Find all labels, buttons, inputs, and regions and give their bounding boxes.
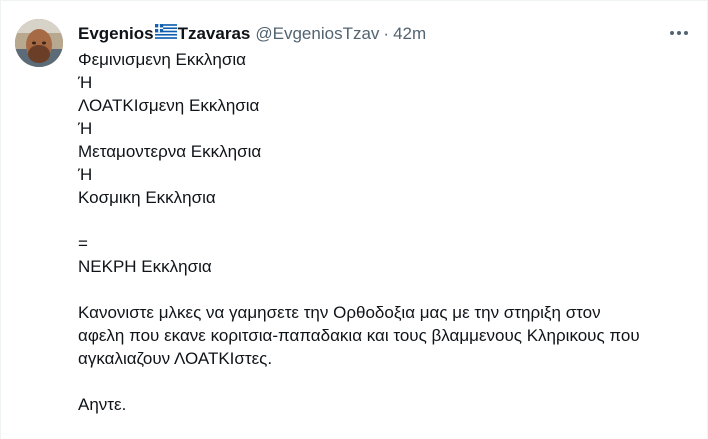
greek-flag-icon	[154, 24, 177, 44]
avatar-image	[15, 19, 63, 67]
tweet-line: Ή	[78, 73, 93, 92]
tweet-line: Ή	[78, 165, 93, 184]
author-name-last: Tzavaras	[177, 24, 251, 43]
tweet-line: Κοσμικη Εκκλησια	[78, 188, 216, 207]
author-display-name[interactable]: Evgenios Tzavaras	[78, 24, 250, 44]
tweet-line: ΛΟΑΤΚΙσμενη Εκκλησια	[78, 96, 260, 115]
tweet-frame: Evgenios Tzavaras @EvgeniosTzav · 42m Φε…	[0, 0, 708, 439]
author-name-first: Evgenios	[78, 24, 154, 43]
tweet-timestamp[interactable]: 42m	[393, 24, 426, 44]
tweet-line: Ή	[78, 119, 93, 138]
tweet-line: Φεμινισμενη Εκκλησια	[78, 50, 246, 69]
tweet-line: =	[78, 234, 88, 253]
more-options-icon[interactable]	[665, 23, 693, 43]
author-handle[interactable]: @EvgeniosTzav	[255, 24, 379, 44]
tweet-line: Κανονιστε μλκες να γαμησετε την Ορθοδοξι…	[78, 303, 601, 322]
tweet-line: Μεταμοντερνα Εκκλησια	[78, 142, 262, 161]
tweet-line: αγκαλιαζουν ΛΟΑΤΚΙστες.	[78, 349, 273, 368]
tweet-line: αφελη που εκανε κοριτσια-παπαδακια και τ…	[78, 326, 640, 345]
profile-avatar[interactable]	[15, 19, 63, 67]
separator-dot: ·	[383, 24, 390, 43]
tweet-line: ΝΕΚΡΗ Εκκλησια	[78, 257, 212, 276]
tweet-header: Evgenios Tzavaras @EvgeniosTzav · 42m	[78, 23, 426, 45]
tweet-line: Αηντε.	[78, 395, 127, 414]
tweet-text: Φεμινισμενη Εκκλησια Ή ΛΟΑΤΚΙσμενη Εκκλη…	[78, 48, 688, 416]
tweet[interactable]: Evgenios Tzavaras @EvgeniosTzav · 42m Φε…	[1, 1, 707, 439]
